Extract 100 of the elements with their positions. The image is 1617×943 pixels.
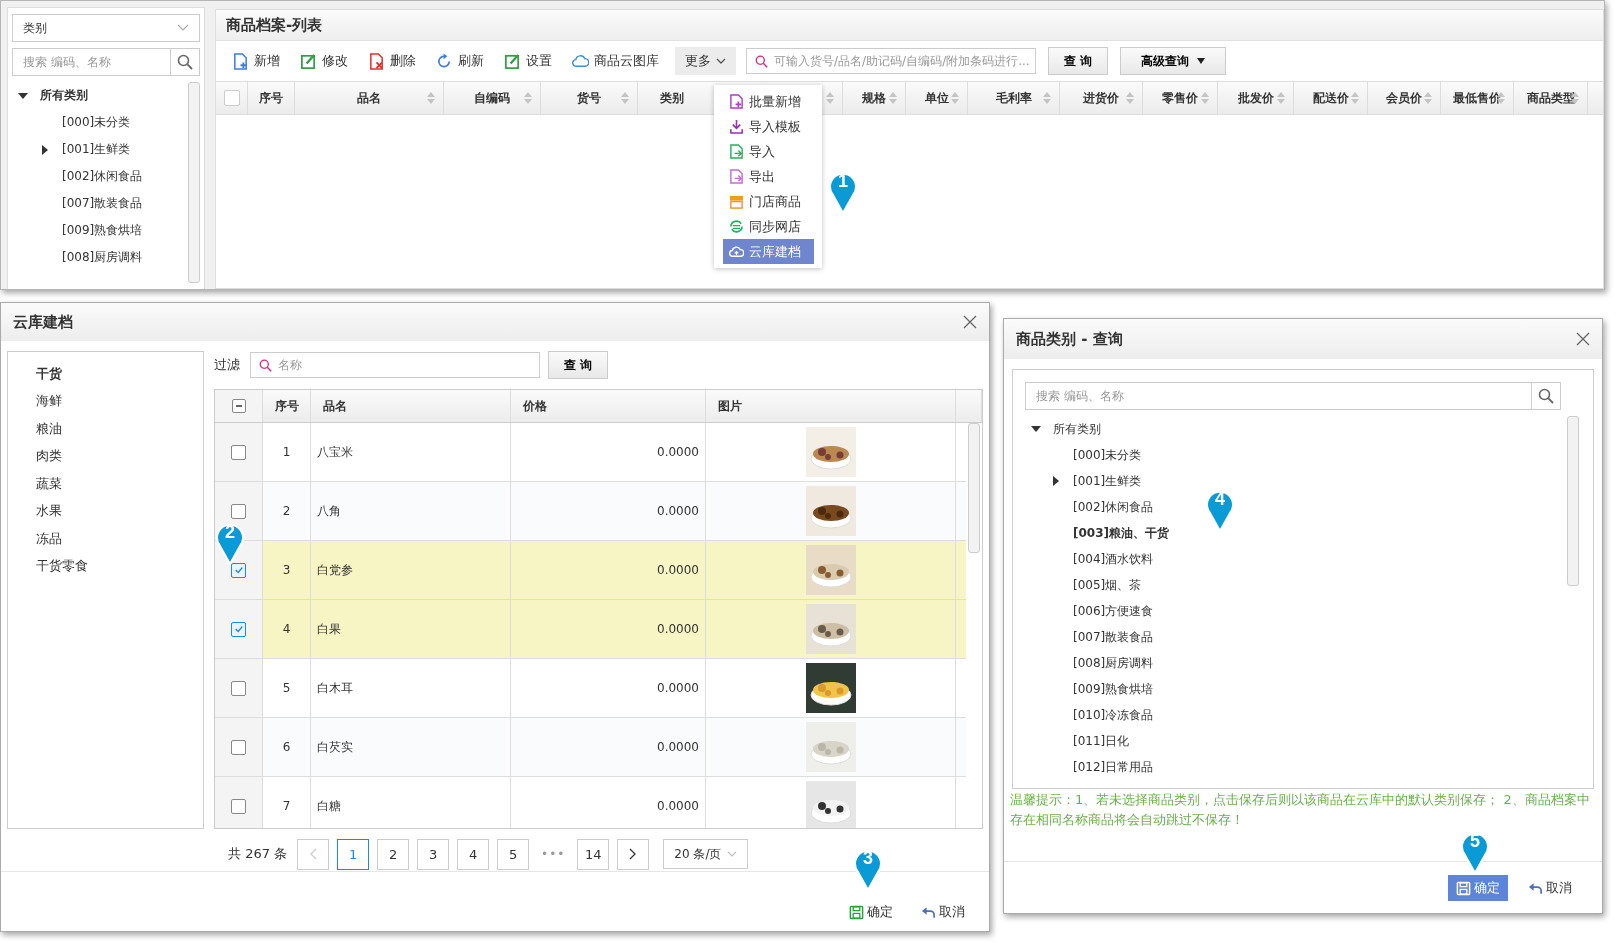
column-header[interactable]: 品名 (295, 82, 444, 114)
tree-item[interactable]: [010]冷冻食品 (1073, 706, 1154, 724)
checkbox[interactable] (231, 503, 246, 519)
tree-item[interactable]: [009]熟食烘培 (1073, 680, 1154, 698)
category-item[interactable]: 冻品 (36, 525, 203, 553)
next-page-button[interactable] (617, 838, 650, 870)
tree-item[interactable]: [001]生鲜类 (62, 141, 131, 158)
close-icon[interactable] (1576, 332, 1590, 346)
checkbox[interactable] (223, 90, 240, 106)
column-header[interactable]: 会员价 (1368, 82, 1441, 114)
collapse-arrow-icon[interactable] (18, 92, 28, 99)
tree-item[interactable]: [004]酒水饮料 (1073, 550, 1154, 568)
menu-item[interactable]: 门店商品 (723, 189, 814, 214)
query-button[interactable]: 查 询 (548, 351, 609, 379)
tree-item[interactable]: 所有类别 (40, 87, 88, 104)
search-field[interactable]: 搜索 编码、名称 (1025, 382, 1561, 410)
confirm-button[interactable]: 确定 (1448, 875, 1508, 901)
column-header[interactable]: 进货价 (1060, 82, 1143, 114)
search-input[interactable]: 可输入货号/品名/助记码/自编码/附加条码进行... (772, 53, 1035, 69)
tree-item[interactable]: [007]散装食品 (1073, 628, 1154, 646)
cancel-button[interactable]: 取消 (915, 899, 971, 925)
page-button[interactable]: 1 (337, 838, 370, 870)
close-icon[interactable] (963, 315, 977, 329)
column-header[interactable]: 自编码 (444, 82, 541, 114)
menu-item[interactable]: 导入模板 (723, 114, 814, 139)
category-item[interactable]: 肉类 (36, 442, 203, 470)
column-header[interactable]: 零售价 (1143, 82, 1218, 114)
search-input[interactable]: 搜索 编码、名称 (1034, 388, 1531, 404)
toolbar-button[interactable]: 商品云图库 (564, 49, 667, 73)
column-header[interactable]: 配送价 (1294, 82, 1368, 114)
search-field[interactable]: 可输入货号/品名/助记码/自编码/附加条码进行... (746, 48, 1036, 74)
expand-arrow-icon[interactable] (42, 144, 48, 155)
more-button[interactable]: 更多 (675, 47, 736, 75)
menu-item[interactable]: 云库建档 (723, 239, 814, 264)
confirm-button[interactable]: 确定 (843, 899, 899, 925)
cancel-button[interactable]: 取消 (1522, 875, 1578, 901)
tree-item[interactable]: [002]休闲食品 (1073, 498, 1154, 516)
toolbar-button[interactable]: 新增 (224, 49, 288, 73)
column-header[interactable]: 序号 (263, 390, 311, 422)
checkbox[interactable] (231, 680, 246, 696)
menu-item[interactable]: 批量新增 (723, 89, 814, 114)
page-size-select[interactable]: 20 条/页 (663, 839, 749, 870)
expand-arrow-icon[interactable] (1053, 476, 1059, 486)
advanced-query-button[interactable]: 高级查询 (1120, 47, 1227, 75)
tree-item[interactable]: [006]方便速食 (1073, 602, 1154, 620)
query-button[interactable]: 查 询 (1048, 47, 1109, 75)
toolbar-button[interactable]: 修改 (292, 49, 356, 73)
category-item[interactable]: 干货零食 (36, 552, 203, 580)
category-item[interactable]: 粮油 (36, 415, 203, 443)
tree-item[interactable]: [001]生鲜类 (1073, 472, 1142, 490)
column-header[interactable]: 货号 (541, 82, 638, 114)
checkbox[interactable] (231, 562, 246, 578)
column-header[interactable]: 价格 (511, 390, 706, 422)
column-header[interactable]: 最低售价 (1441, 82, 1514, 114)
menu-item[interactable]: 导入 (723, 139, 814, 164)
filter-input[interactable]: 名称 (276, 357, 539, 373)
tree-item[interactable]: [012]日常用品 (1073, 758, 1154, 776)
collapse-arrow-icon[interactable] (1031, 426, 1041, 432)
tree-item[interactable]: [011]日化 (1073, 732, 1130, 750)
filter-field[interactable]: 名称 (250, 352, 540, 378)
checkbox[interactable] (231, 739, 246, 755)
tree-item[interactable]: [000]未分类 (62, 114, 131, 131)
column-header[interactable]: 毛利率 (968, 82, 1060, 114)
tree-item[interactable]: [008]厨房调料 (1073, 654, 1154, 672)
scrollbar[interactable] (1567, 416, 1579, 586)
scrollbar[interactable] (188, 82, 200, 283)
column-header[interactable]: 图片 (706, 390, 956, 422)
checkbox[interactable] (231, 621, 246, 637)
page-button[interactable]: 4 (457, 838, 490, 870)
tree-item[interactable]: [005]烟、茶 (1073, 576, 1142, 594)
column-header[interactable]: 商品类型 (1514, 82, 1588, 114)
toolbar-button[interactable]: 删除 (360, 49, 424, 73)
menu-item[interactable]: 导出 (723, 164, 814, 189)
category-item[interactable]: 蔬菜 (36, 470, 203, 498)
tree-item[interactable]: [000]未分类 (1073, 446, 1142, 464)
tree-item[interactable]: [002]休闲食品 (62, 168, 143, 185)
checkbox[interactable] (231, 798, 246, 814)
tree-item[interactable]: [003]粮油、干货 (1073, 524, 1170, 542)
tree-item[interactable]: [009]熟食烘培 (62, 222, 143, 239)
page-button[interactable]: 14 (577, 838, 610, 870)
category-select[interactable]: 类别 (12, 14, 200, 42)
search-input[interactable]: 搜索 编码、名称 (21, 54, 170, 70)
category-item[interactable]: 海鲜 (36, 387, 203, 415)
column-header[interactable]: 单位 (906, 82, 968, 114)
column-header[interactable]: 序号 (248, 82, 295, 114)
search-field[interactable]: 搜索 编码、名称 (12, 48, 200, 76)
category-item[interactable]: 水果 (36, 497, 203, 525)
menu-item[interactable]: 同步网店 (723, 214, 814, 239)
toolbar-button[interactable]: 设置 (496, 49, 560, 73)
category-item[interactable]: 干货 (36, 360, 203, 388)
page-button[interactable]: 5 (497, 838, 530, 870)
checkbox[interactable] (231, 399, 246, 413)
column-header[interactable]: 规格 (843, 82, 906, 114)
page-button[interactable]: 3 (417, 838, 450, 870)
scrollbar[interactable] (968, 423, 980, 553)
column-header[interactable]: 品名 (311, 390, 511, 422)
tree-item[interactable]: [007]散装食品 (62, 195, 143, 212)
toolbar-button[interactable]: 刷新 (428, 49, 492, 73)
tree-item[interactable]: [008]厨房调料 (62, 249, 143, 266)
page-button[interactable]: 2 (377, 838, 410, 870)
